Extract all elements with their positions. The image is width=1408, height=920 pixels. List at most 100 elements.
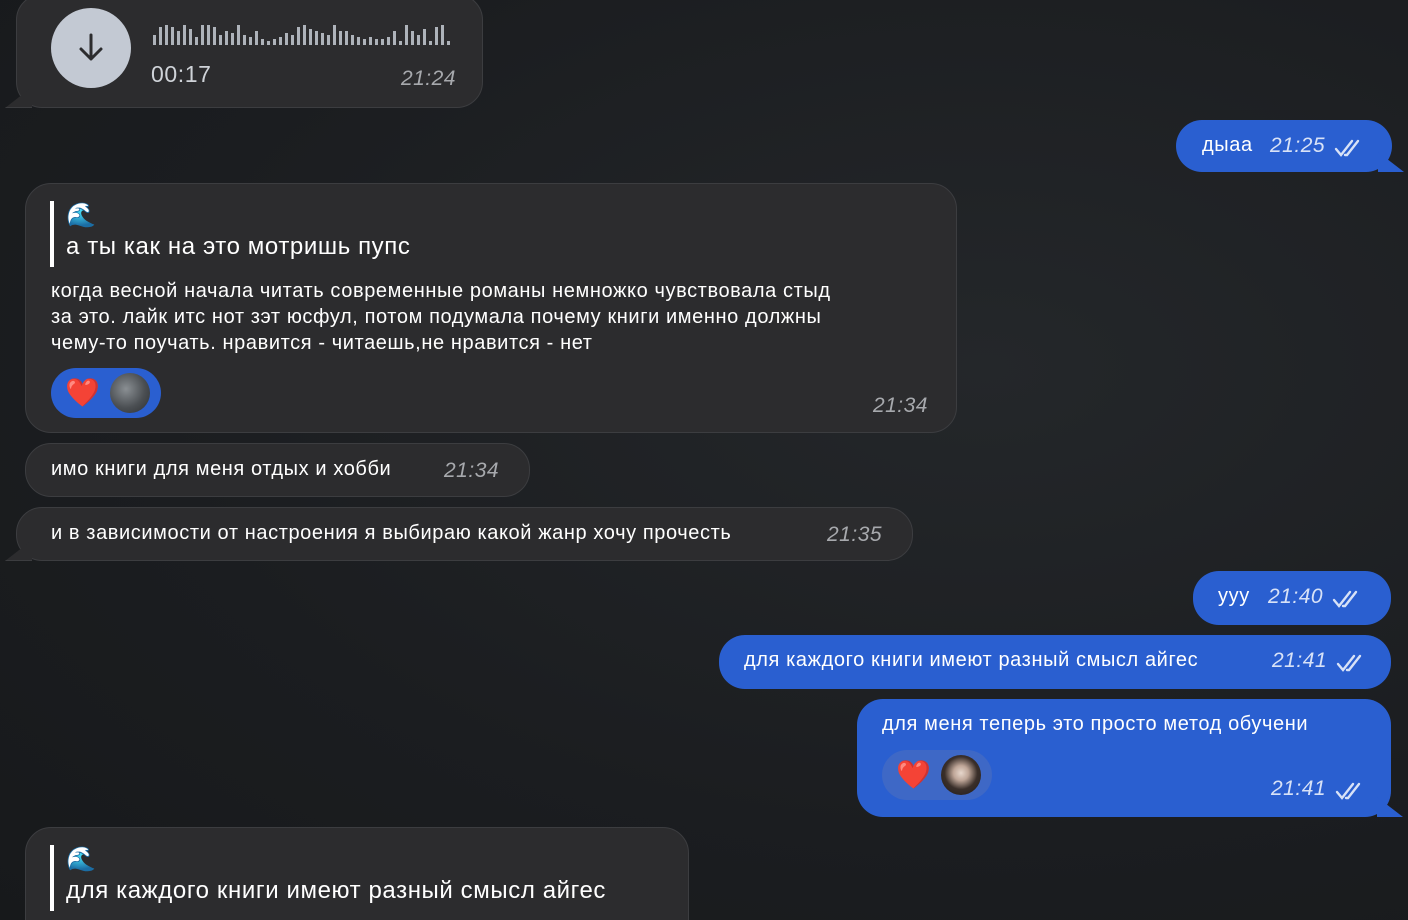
message-time: 21:34 [872, 394, 928, 417]
message-time: 21:35 [827, 523, 883, 546]
waveform-bar [363, 39, 366, 45]
message-line: когда весной начала читать современные р… [51, 280, 831, 302]
waveform-bar [159, 27, 162, 45]
waveform-bar [273, 39, 276, 45]
message-text: для меня теперь это просто метод обучени [882, 713, 1309, 735]
waveform-bar [375, 39, 378, 45]
waveform-bar [243, 35, 246, 45]
wave-emoji: 🌊 [66, 846, 96, 873]
waveform-bar [309, 29, 312, 45]
message-text: и в зависимости от настроения я выбираю … [51, 522, 732, 544]
voice-waveform[interactable] [153, 23, 453, 47]
message-meta: 21:25 [1270, 134, 1364, 158]
waveform-bar [177, 31, 180, 45]
double-check-icon [1334, 139, 1359, 157]
waveform-bar [279, 37, 282, 45]
waveform-bar [171, 27, 174, 45]
outgoing-message-with-reaction[interactable]: для меня теперь это просто метод обучени… [857, 699, 1403, 817]
waveform-bar [447, 41, 450, 45]
waveform-bar [333, 25, 336, 45]
waveform-bar [327, 35, 330, 45]
bubble-tail [5, 540, 32, 561]
waveform-bar [189, 29, 192, 45]
quoted-text: а ты как на это мотришь пупс [66, 233, 411, 260]
incoming-message-with-reply[interactable]: 🌊 для каждого книги имеют разный смысл а… [25, 827, 689, 920]
double-check-icon [1332, 590, 1357, 608]
waveform-bar [291, 35, 294, 45]
message-line: за это. лайк итс нот зэт юсфул, потом по… [51, 306, 822, 328]
waveform-bar [219, 35, 222, 45]
wave-emoji: 🌊 [66, 202, 96, 229]
waveform-bar [261, 39, 264, 45]
waveform-bar [213, 27, 216, 45]
message-meta: 21:41 [1271, 777, 1365, 801]
message-meta: 21:41 [1272, 649, 1366, 673]
reaction-chip[interactable]: ❤️ [51, 368, 161, 418]
download-voice-button[interactable] [51, 8, 131, 88]
waveform-bar [249, 37, 252, 45]
heart-icon: ❤️ [65, 377, 100, 408]
waveform-bar [237, 25, 240, 45]
voice-message[interactable]: 00:17 21:24 [5, 0, 483, 108]
outgoing-message[interactable]: для каждого книги имеют разный смысл айг… [719, 635, 1391, 689]
message-line: чему-то поучать. нравится - читаешь,не н… [51, 332, 593, 354]
outgoing-message[interactable]: дыаа 21:25 [1176, 120, 1404, 172]
waveform-bar [441, 25, 444, 45]
waveform-bar [423, 29, 426, 45]
message-text: для каждого книги имеют разный смысл айг… [744, 649, 1199, 671]
waveform-bar [165, 25, 168, 45]
message-text: ууу [1218, 585, 1250, 607]
message-time: 21:41 [1271, 777, 1327, 800]
chat-view[interactable]: 00:17 21:24 дыаа 21:25 🌊 а ты как на это… [0, 0, 1408, 920]
waveform-bar [255, 31, 258, 45]
waveform-bar [195, 37, 198, 45]
incoming-message[interactable]: и в зависимости от настроения я выбираю … [5, 507, 913, 561]
reply-quote[interactable]: 🌊 а ты как на это мотришь пупс [50, 201, 410, 267]
double-check-icon [1335, 782, 1360, 800]
incoming-message-with-reply[interactable]: 🌊 а ты как на это мотришь пупс когда вес… [25, 183, 957, 433]
waveform-bar [369, 37, 372, 45]
message-text: имо книги для меня отдых и хобби [51, 458, 392, 480]
waveform-bar [321, 33, 324, 45]
waveform-bar [297, 27, 300, 45]
heart-icon: ❤️ [896, 759, 931, 790]
waveform-bar [201, 25, 204, 45]
waveform-bar [429, 41, 432, 45]
bubble-tail [1378, 152, 1404, 172]
waveform-bar [387, 37, 390, 45]
waveform-bar [231, 33, 234, 45]
double-check-icon [1336, 654, 1361, 672]
waveform-bar [393, 31, 396, 45]
waveform-bar [435, 27, 438, 45]
bubble-tail [1377, 797, 1403, 817]
message-time: 21:25 [1270, 134, 1326, 157]
waveform-bar [315, 31, 318, 45]
message-time: 21:40 [1268, 585, 1324, 608]
incoming-message[interactable]: имо книги для меня отдых и хобби 21:34 [25, 443, 530, 497]
waveform-bar [381, 39, 384, 45]
voice-duration: 00:17 [151, 61, 212, 87]
waveform-bar [183, 25, 186, 45]
message-time: 21:24 [400, 67, 456, 90]
waveform-bar [207, 25, 210, 45]
reaction-chip[interactable]: ❤️ [882, 750, 992, 800]
message-text: дыаа [1202, 134, 1253, 156]
waveform-bar [339, 31, 342, 45]
download-arrow-icon [79, 33, 103, 61]
waveform-bar [285, 33, 288, 45]
waveform-bar [417, 35, 420, 45]
waveform-bar [405, 25, 408, 45]
waveform-bar [345, 31, 348, 45]
waveform-bar [225, 31, 228, 45]
message-meta: 21:40 [1268, 585, 1362, 609]
waveform-bar [153, 35, 156, 45]
bubble-tail [5, 87, 32, 108]
waveform-bar [267, 41, 270, 45]
waveform-bar [411, 31, 414, 45]
outgoing-message[interactable]: ууу 21:40 [1193, 571, 1391, 625]
quoted-text: для каждого книги имеют разный смысл айг… [66, 877, 607, 904]
waveform-bar [303, 25, 306, 45]
avatar [940, 755, 981, 795]
reply-quote[interactable]: 🌊 для каждого книги имеют разный смысл а… [50, 845, 606, 911]
waveform-bar [351, 35, 354, 45]
